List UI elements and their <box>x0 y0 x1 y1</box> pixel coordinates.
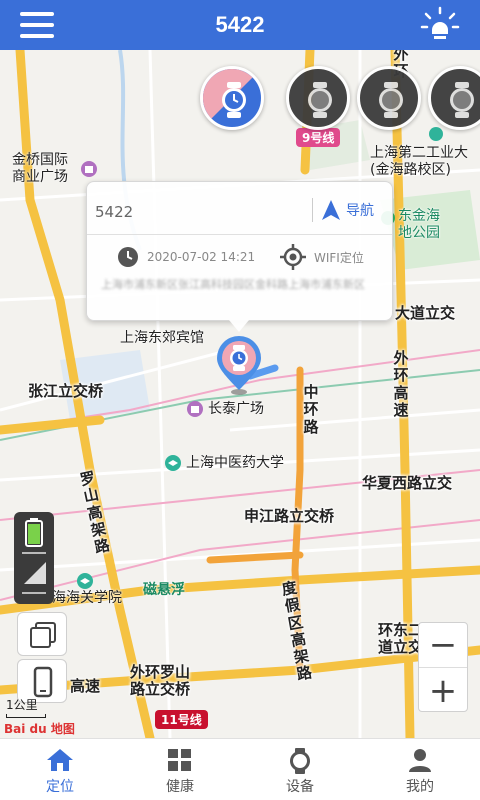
clock-icon <box>118 247 138 267</box>
tab-location[interactable]: 定位 <box>0 739 120 800</box>
road-label: 申江路立交桥 <box>244 507 335 525</box>
road-label: 中环路 <box>303 383 319 436</box>
poi-label: 上海东郊宾馆 <box>120 330 204 346</box>
user-icon <box>409 749 431 772</box>
location-target-icon <box>280 244 306 270</box>
school-icon <box>77 573 93 589</box>
road-label: 环东二 道立交 <box>378 621 424 657</box>
tab-label: 设备 <box>286 779 314 795</box>
watch-icon <box>222 82 246 118</box>
home-icon <box>47 749 73 771</box>
navigate-button[interactable]: 导航 <box>320 199 374 221</box>
road-label: 外环高速 <box>393 349 409 419</box>
school-icon <box>429 127 443 141</box>
poi-label: 磁悬浮 <box>143 582 185 598</box>
road-label: 张江立交桥 <box>28 382 104 400</box>
map-layer-button[interactable] <box>17 612 67 656</box>
device-name: 5422 <box>95 203 134 221</box>
timestamp: 2020-07-02 14:21 <box>117 246 255 268</box>
poi-label: 长泰广场 <box>208 401 264 417</box>
map-scale: 1公里 <box>6 696 46 718</box>
metro-line-badge: 11号线 <box>155 710 208 729</box>
road-label: 大道立交 <box>395 304 456 322</box>
address-text: 上海市浦东新区张江高科技园区金科路上海市浦东新区 <box>101 278 365 291</box>
app-header: 5422 <box>0 0 480 50</box>
zoom-in-button[interactable]: + <box>419 668 467 713</box>
tab-health[interactable]: 健康 <box>120 739 240 800</box>
poi-label: 金桥国际 商业广场 <box>12 152 68 185</box>
navigation-arrow-icon <box>322 200 340 220</box>
watch-icon <box>290 748 310 774</box>
scale-bar <box>6 714 46 718</box>
tab-label: 定位 <box>46 779 74 795</box>
tab-device[interactable]: 设备 <box>240 739 360 800</box>
popup-pointer <box>229 320 249 332</box>
navigate-label: 导航 <box>346 203 374 219</box>
signal-icon <box>24 562 46 584</box>
poi-label: 海海关学院 <box>52 590 122 606</box>
divider <box>87 234 392 235</box>
poi-label: 东金海 地公园 <box>398 208 440 241</box>
road-label: 外环罗山 路立交桥 <box>130 663 191 699</box>
watch-icon <box>450 82 474 118</box>
road-label: 华夏西路立交 <box>362 474 453 492</box>
location-type-text: WIFI定位 <box>314 250 364 265</box>
device-location-marker[interactable] <box>213 334 265 398</box>
divider <box>312 198 313 222</box>
metro-line-badge: 9号线 <box>296 128 341 147</box>
light-bulb-icon[interactable] <box>420 6 460 44</box>
zoom-out-button[interactable]: − <box>419 623 467 668</box>
watch-icon <box>308 82 332 118</box>
status-panel <box>14 512 54 604</box>
poi-label: 上海中医药大学 <box>186 455 284 471</box>
location-type: WIFI定位 <box>280 244 364 270</box>
device-avatar[interactable] <box>200 66 264 130</box>
device-avatar[interactable] <box>357 66 421 130</box>
road-label: 高速 <box>70 677 101 695</box>
phone-icon <box>33 666 53 698</box>
tab-mine[interactable]: 我的 <box>360 739 480 800</box>
watch-icon <box>379 82 403 118</box>
shopping-icon <box>81 161 97 177</box>
shopping-icon <box>187 401 203 417</box>
tab-label: 健康 <box>166 779 194 795</box>
divider <box>22 592 46 594</box>
battery-icon <box>25 518 43 547</box>
scale-text: 1公里 <box>6 698 38 712</box>
device-avatar[interactable] <box>286 66 350 130</box>
zoom-control: − + <box>418 622 468 712</box>
map-attribution: Bai du 地图 <box>4 722 75 736</box>
page-title: 5422 <box>215 12 265 37</box>
grid-icon <box>168 749 191 771</box>
tab-label: 我的 <box>406 779 434 795</box>
layers-icon <box>30 622 56 648</box>
bottom-tab-bar: 定位 健康 设备 我的 <box>0 738 480 800</box>
timestamp-text: 2020-07-02 14:21 <box>147 250 256 264</box>
poi-label: 上海第二工业大 (金海路校区) <box>370 145 468 178</box>
location-popup: 5422 导航 2020-07-02 14:21 WIFI定位 上海市浦东新区张… <box>86 181 393 332</box>
school-icon <box>165 455 181 471</box>
divider <box>22 552 46 554</box>
